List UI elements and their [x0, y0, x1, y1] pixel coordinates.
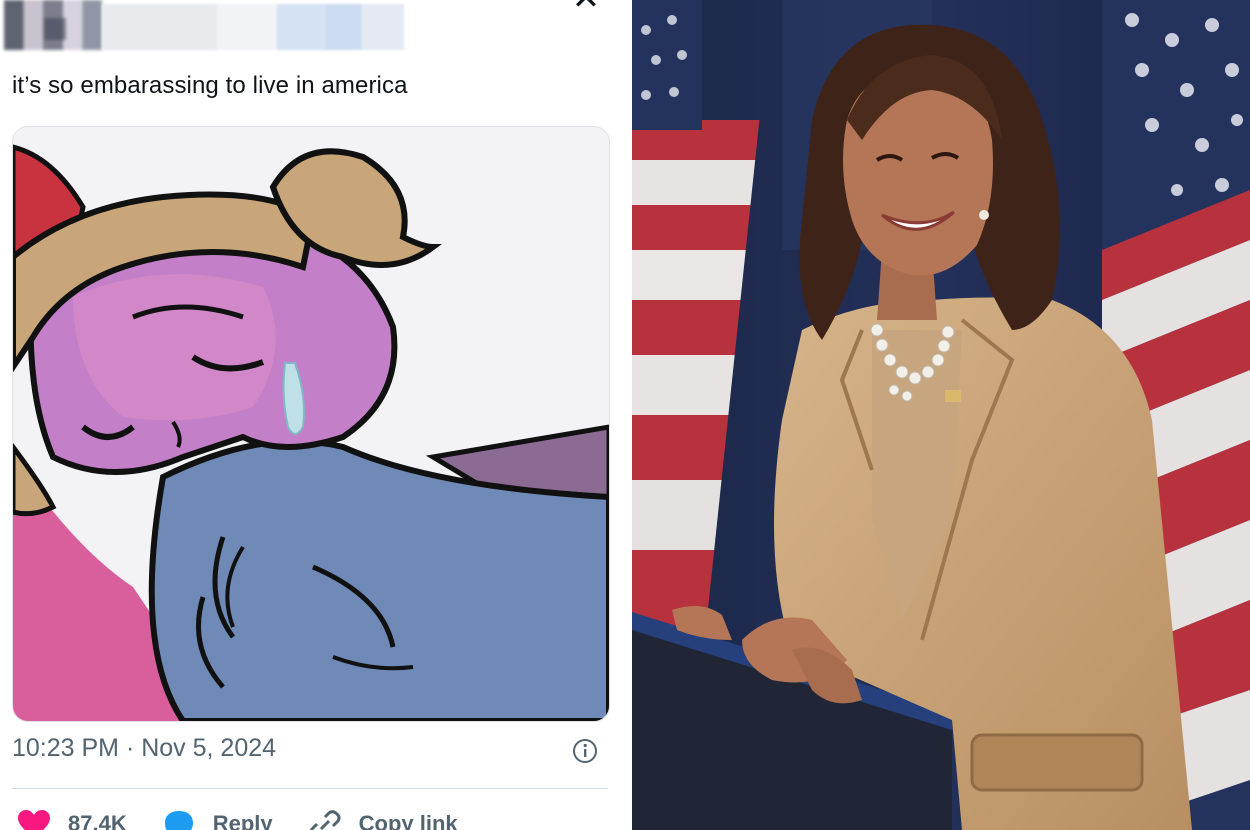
copy-link-label: Copy link	[358, 811, 458, 830]
heart-icon	[18, 810, 50, 830]
copy-link-button[interactable]: Copy link	[307, 809, 458, 830]
tweet-timestamp[interactable]: 10:23 PM · Nov 5, 2024	[12, 734, 276, 763]
info-icon[interactable]	[572, 738, 598, 764]
blurred-avatar[interactable]	[4, 0, 102, 50]
tweet-text: it’s so embarassing to live in america	[12, 72, 408, 99]
x-logo-icon[interactable]: ✕	[566, 0, 606, 15]
smiling-woman-at-podium-photo	[632, 0, 1250, 830]
photo-illustration	[632, 0, 1250, 830]
reply-icon	[164, 811, 193, 830]
blurred-username[interactable]	[102, 4, 404, 50]
tweet-actions: 87.4K Reply Copy link	[16, 804, 492, 830]
link-icon	[309, 810, 341, 830]
reply-label: Reply	[212, 811, 273, 830]
crying-cartoon-image	[13, 127, 609, 721]
divider	[12, 788, 608, 789]
like-count: 87.4K	[68, 811, 127, 830]
tweet-card: ✕ it’s so embarassing to live in america	[0, 0, 620, 830]
panel-separator	[620, 0, 632, 830]
tweet-media-image[interactable]	[12, 126, 610, 722]
like-button[interactable]: 87.4K	[16, 809, 127, 830]
reply-button[interactable]: Reply	[161, 809, 273, 830]
